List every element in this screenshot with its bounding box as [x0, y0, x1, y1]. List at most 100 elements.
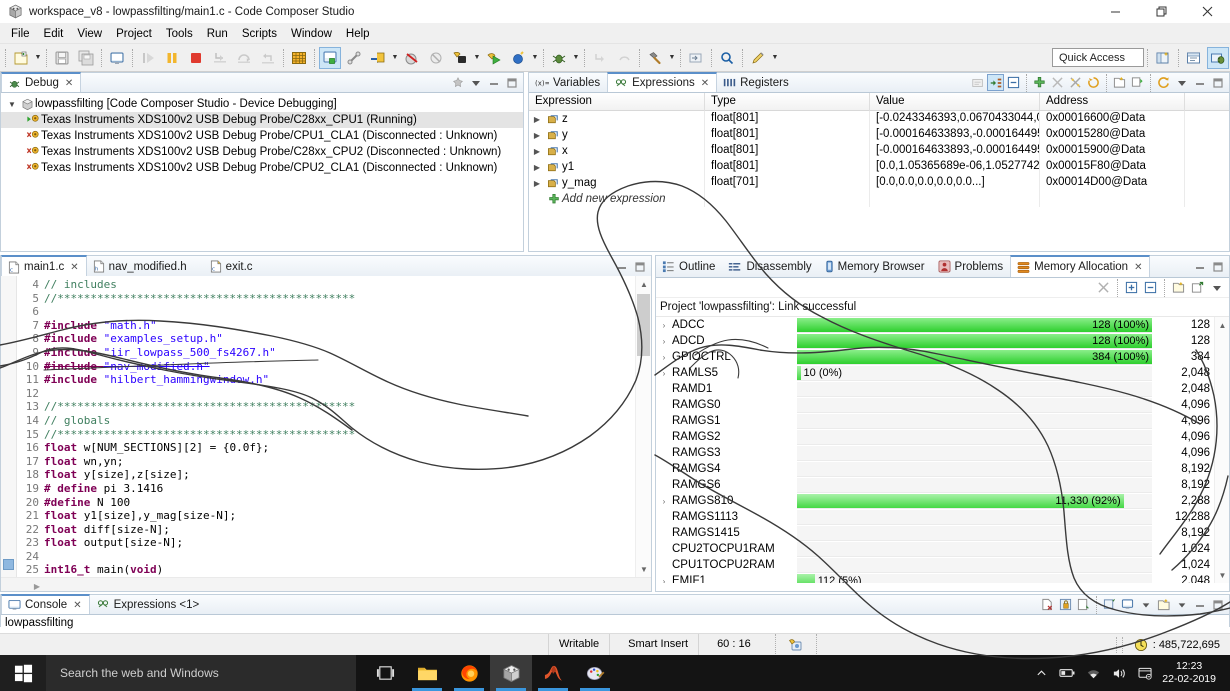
link-icon[interactable] — [343, 47, 365, 69]
battery-icon[interactable] — [1054, 655, 1080, 691]
new-watch-icon[interactable] — [1111, 74, 1128, 91]
scroll-right-arrow-icon[interactable]: ▶ — [29, 578, 45, 591]
code-line[interactable]: 22 float diff[size-N]; — [17, 523, 634, 537]
add-new-expression-row[interactable]: Add new expression — [529, 191, 1229, 207]
show-logical-structure-icon[interactable] — [987, 74, 1004, 91]
debug-bug-icon[interactable] — [548, 47, 570, 69]
menu-tools[interactable]: Tools — [159, 26, 200, 42]
save-icon[interactable] — [51, 47, 73, 69]
tab-problems[interactable]: Problems — [932, 256, 1011, 277]
console-output[interactable]: lowpassfilting — [1, 615, 1229, 629]
expression-cell[interactable]: ▶ y_mag — [529, 175, 705, 191]
hammer-dropdown-arrow[interactable]: ▼ — [667, 47, 677, 69]
new-perspective-icon[interactable] — [1152, 47, 1174, 69]
tab-disassembly[interactable]: Disassembly — [722, 256, 818, 277]
show-type-names-icon[interactable] — [969, 74, 986, 91]
code-line[interactable]: 25 int16_t main(void) — [17, 563, 634, 577]
grid-icon[interactable] — [288, 47, 310, 69]
step-over-icon[interactable] — [233, 47, 255, 69]
code-line[interactable]: 6 — [17, 305, 634, 319]
ccs-debug-perspective-icon[interactable] — [1207, 46, 1229, 69]
code-line[interactable]: 13 //************************************… — [17, 400, 634, 414]
menu-project[interactable]: Project — [109, 26, 159, 42]
menu-window[interactable]: Window — [284, 26, 339, 42]
step-back-icon[interactable] — [613, 47, 635, 69]
tab-memory-browser[interactable]: Memory Browser — [819, 256, 932, 277]
taskbar-clock[interactable]: 12:23 22-02-2019 — [1158, 660, 1224, 686]
suspend-icon[interactable] — [161, 47, 183, 69]
code-line[interactable]: 19 # define pi 3.1416 — [17, 482, 634, 496]
close-icon[interactable]: ✕ — [701, 78, 709, 89]
run-icon[interactable] — [483, 47, 505, 69]
build-icon[interactable] — [449, 47, 471, 69]
import-dropdown-arrow[interactable]: ▼ — [390, 47, 400, 69]
editor-body[interactable]: 4 // includes 5 //*************************… — [1, 276, 651, 591]
maximize-icon[interactable] — [1209, 596, 1226, 613]
ccs-icon[interactable] — [490, 655, 532, 691]
remove-all-icon[interactable] — [1067, 74, 1084, 91]
code-text-area[interactable]: 4 // includes 5 //*************************… — [17, 278, 634, 577]
step-forward-icon[interactable] — [589, 47, 611, 69]
copy-expressions-icon[interactable] — [1129, 74, 1146, 91]
tab-memory-allocation[interactable]: Memory Allocation ✕ — [1010, 255, 1151, 277]
lock-scroll-icon[interactable] — [1057, 596, 1074, 613]
chevron-right-icon[interactable]: ▶ — [529, 112, 545, 127]
scroll-up-arrow-icon[interactable]: ▲ — [1215, 317, 1230, 333]
taskbar-search-input[interactable]: Search the web and Windows — [46, 655, 356, 691]
new-icon[interactable] — [1170, 279, 1187, 296]
minimize-icon[interactable] — [613, 258, 630, 275]
code-line[interactable]: 10 #include "nav_modified.h" — [17, 360, 634, 374]
col-type[interactable]: Type — [705, 92, 870, 111]
tab-registers[interactable]: Registers — [717, 73, 796, 92]
editor-vertical-scrollbar[interactable]: ▲ ▼ — [635, 276, 651, 577]
tab-variables[interactable]: (x)= Variables — [529, 73, 607, 92]
no-debug-icon[interactable] — [425, 47, 447, 69]
chevron-down-icon[interactable] — [1137, 596, 1154, 613]
wifi-icon[interactable] — [1080, 655, 1106, 691]
file-explorer-icon[interactable] — [406, 655, 448, 691]
chevron-right-icon[interactable]: › — [656, 353, 672, 362]
scroll-up-arrow-icon[interactable]: ▲ — [636, 276, 651, 292]
code-line[interactable]: 7 #include "math.h" — [17, 319, 634, 333]
status-build-icon-cell[interactable] — [774, 633, 816, 656]
refresh-icon[interactable] — [1155, 74, 1172, 91]
chevron-right-icon[interactable]: › — [656, 369, 672, 378]
tab-debug[interactable]: Debug ✕ — [1, 72, 82, 92]
step-into-icon[interactable] — [209, 47, 231, 69]
view-menu-icon[interactable] — [1173, 74, 1190, 91]
volume-icon[interactable] — [1106, 655, 1132, 691]
add-expression-cell[interactable]: Add new expression — [529, 191, 705, 207]
paint-icon[interactable] — [574, 655, 616, 691]
menu-view[interactable]: View — [70, 26, 109, 42]
menu-file[interactable]: File — [4, 26, 37, 42]
resume-icon[interactable] — [137, 47, 159, 69]
code-line[interactable]: 21 float y1[size],y_mag[size-N]; — [17, 509, 634, 523]
value-cell[interactable]: [-0.000164633893,-0.0001644959... — [870, 127, 1040, 143]
col-value[interactable]: Value — [870, 92, 1040, 111]
close-icon[interactable]: ✕ — [73, 600, 81, 611]
edit-perspective-icon[interactable] — [1183, 47, 1205, 69]
save-all-icon[interactable] — [75, 47, 97, 69]
tab-exit-c[interactable]: c exit.c — [204, 256, 260, 277]
action-center-icon[interactable] — [1132, 655, 1158, 691]
debug-perspective-icon[interactable] — [319, 46, 341, 69]
tab-main1-c[interactable]: c main1.c ✕ — [1, 255, 87, 277]
memory-row[interactable]: RAMGS1113 12,288 — [656, 509, 1214, 525]
chevron-right-icon[interactable]: › — [656, 577, 672, 584]
view-menu-icon[interactable] — [1208, 279, 1225, 296]
code-line[interactable]: 8 #include "examples_setup.h" — [17, 332, 634, 346]
minimize-icon[interactable] — [1191, 74, 1208, 91]
code-line[interactable]: 17 float wn,yn; — [17, 455, 634, 469]
launch-dropdown-arrow[interactable]: ▼ — [530, 47, 540, 69]
view-menu-icon[interactable] — [467, 74, 484, 91]
vertical-scroll-thumb[interactable] — [637, 294, 650, 356]
value-cell[interactable]: [0.0,1.05365689e-06,1.05277422e... — [870, 159, 1040, 175]
maximize-icon[interactable] — [503, 74, 520, 91]
minimize-icon[interactable] — [1191, 258, 1208, 275]
memory-row[interactable]: › ADCC 128 (100%) 128 — [656, 317, 1214, 333]
tab-outline[interactable]: Outline — [656, 256, 722, 277]
new-icon[interactable] — [10, 47, 32, 69]
memory-row[interactable]: CPU1TOCPU2RAM 1,024 — [656, 557, 1214, 573]
editor-gutter[interactable] — [1, 276, 17, 577]
chevron-right-icon[interactable]: ▶ — [529, 128, 545, 143]
